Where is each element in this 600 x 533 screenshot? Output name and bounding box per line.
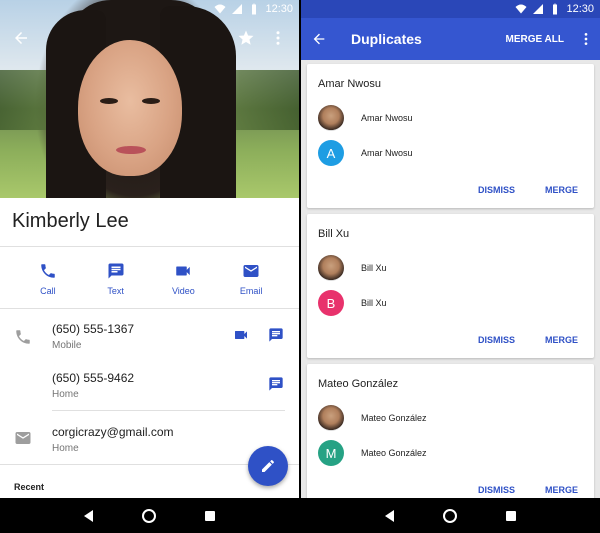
- nav-recents-icon[interactable]: [505, 510, 516, 521]
- call-action[interactable]: Call: [18, 262, 78, 296]
- entry-name: Amar Nwosu: [361, 148, 413, 158]
- duplicate-card: Mateo González Mateo González M Mateo Go…: [307, 364, 594, 504]
- avatar: M: [318, 440, 344, 466]
- message-button[interactable]: [267, 326, 285, 344]
- overflow-menu-button[interactable]: [267, 27, 289, 49]
- entry-name: Bill Xu: [361, 298, 387, 308]
- battery-icon: [553, 3, 558, 15]
- duplicate-group-name: Bill Xu: [318, 228, 350, 240]
- merge-all-button[interactable]: MERGE ALL: [505, 34, 564, 45]
- phone-icon: [41, 264, 55, 278]
- duplicate-group-name: Mateo González: [318, 378, 399, 390]
- nav-home-icon[interactable]: [442, 508, 457, 523]
- entry-name: Amar Nwosu: [361, 113, 413, 123]
- message-icon: [108, 263, 124, 279]
- video-label: Video: [171, 286, 195, 296]
- quick-actions: Call Text Video Email: [0, 262, 299, 296]
- nav-back-icon[interactable]: [385, 509, 395, 522]
- duplicate-entry[interactable]: M Mateo González: [318, 440, 427, 466]
- duplicate-entry[interactable]: B Bill Xu: [318, 290, 387, 316]
- avatar: [318, 405, 344, 431]
- nav-recents-icon[interactable]: [204, 510, 215, 521]
- more-vert-icon: [584, 33, 588, 45]
- videocam-icon: [235, 331, 247, 339]
- avatar: [318, 105, 344, 131]
- more-vert-icon: [276, 31, 280, 45]
- text-label: Text: [107, 286, 124, 296]
- overflow-menu-button[interactable]: [578, 31, 594, 47]
- avatar: B: [318, 290, 344, 316]
- status-time: 12:30: [265, 3, 293, 15]
- back-button[interactable]: [10, 27, 32, 49]
- video-call-button[interactable]: [232, 326, 250, 344]
- favorite-button[interactable]: [235, 27, 257, 49]
- avatar: [318, 255, 344, 281]
- avatar: A: [318, 140, 344, 166]
- signal-icon: [533, 4, 544, 14]
- recent-header: Recent: [14, 482, 45, 492]
- contact-detail-screen: 12:30 Kimberly Lee Call Text Video Email…: [0, 0, 299, 533]
- nav-home-icon[interactable]: [141, 508, 156, 523]
- duplicate-card: Bill Xu Bill Xu B Bill Xu DISMISS MERGE: [307, 214, 594, 358]
- contact-name: Kimberly Lee: [12, 210, 129, 232]
- phone-icon: [16, 330, 30, 344]
- email-action[interactable]: Email: [221, 262, 281, 296]
- entry-name: Bill Xu: [361, 263, 387, 273]
- call-label: Call: [40, 286, 56, 296]
- videocam-icon: [176, 266, 191, 276]
- duplicate-entry[interactable]: Bill Xu: [318, 255, 387, 281]
- duplicate-group-name: Amar Nwosu: [318, 78, 381, 90]
- signal-icon: [232, 4, 243, 14]
- merge-button[interactable]: MERGE: [545, 485, 578, 495]
- message-button[interactable]: [267, 375, 285, 393]
- status-time: 12:30: [566, 3, 594, 15]
- arrow-back-icon: [313, 33, 325, 45]
- app-bar: 12:30 Duplicates MERGE ALL: [301, 0, 600, 60]
- email-address: corgicrazy@gmail.com: [52, 425, 174, 439]
- status-bar: 12:30: [0, 0, 299, 18]
- dismiss-button[interactable]: DISMISS: [478, 185, 515, 195]
- duplicate-card: Amar Nwosu Amar Nwosu A Amar Nwosu DISMI…: [307, 64, 594, 208]
- email-icon: [15, 432, 31, 444]
- phone-number: (650) 555-9462: [52, 371, 135, 385]
- email-icon: [243, 265, 259, 277]
- email-type: Home: [52, 443, 79, 454]
- status-bar: 12:30: [301, 0, 600, 18]
- merge-button[interactable]: MERGE: [545, 335, 578, 345]
- dismiss-button[interactable]: DISMISS: [478, 335, 515, 345]
- duplicates-screen: 12:30 Duplicates MERGE ALL Amar Nwosu Am…: [301, 0, 600, 533]
- duplicate-entry[interactable]: A Amar Nwosu: [318, 140, 413, 166]
- text-action[interactable]: Text: [86, 262, 146, 296]
- entry-name: Mateo González: [361, 413, 427, 423]
- wifi-icon: [214, 4, 226, 14]
- navigation-bar: [0, 498, 299, 533]
- email-label: Email: [239, 286, 263, 296]
- back-button[interactable]: [311, 31, 327, 47]
- phone-type: Mobile: [52, 340, 82, 351]
- edit-contact-fab[interactable]: [248, 446, 288, 486]
- navigation-bar: [301, 498, 600, 533]
- wifi-icon: [515, 4, 527, 14]
- page-title: Duplicates: [351, 31, 422, 47]
- edit-icon: [262, 460, 274, 472]
- arrow-back-icon: [15, 32, 27, 44]
- battery-icon: [252, 3, 257, 15]
- message-icon: [269, 377, 283, 391]
- star-icon: [238, 30, 254, 45]
- nav-back-icon[interactable]: [84, 509, 94, 522]
- phone-number: (650) 555-1367: [52, 322, 135, 336]
- dismiss-button[interactable]: DISMISS: [478, 485, 515, 495]
- video-action[interactable]: Video: [153, 262, 213, 296]
- merge-button[interactable]: MERGE: [545, 185, 578, 195]
- entry-name: Mateo González: [361, 448, 427, 458]
- duplicate-entry[interactable]: Mateo González: [318, 405, 427, 431]
- message-icon: [269, 328, 283, 342]
- phone-type: Home: [52, 389, 79, 400]
- duplicate-entry[interactable]: Amar Nwosu: [318, 105, 413, 131]
